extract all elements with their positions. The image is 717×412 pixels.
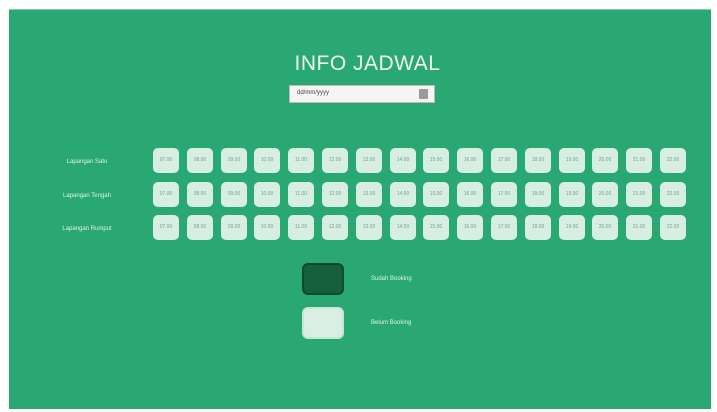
time-slot[interactable]: 22.00	[660, 182, 686, 207]
calendar-icon[interactable]	[419, 89, 428, 99]
time-slot[interactable]: 21.00	[626, 215, 652, 240]
time-slot[interactable]: 14.00	[390, 148, 416, 173]
time-slot[interactable]: 19.00	[559, 148, 585, 173]
time-slot[interactable]: 16.00	[457, 215, 483, 240]
court-label-tengah: Lapangan Tengah	[63, 193, 111, 199]
time-slot[interactable]: 09.00	[221, 215, 247, 240]
time-slot[interactable]: 19.00	[559, 182, 585, 207]
time-slot[interactable]: 14.00	[390, 182, 416, 207]
time-slot[interactable]: 17.00	[491, 182, 517, 207]
time-slot[interactable]: 22.00	[660, 148, 686, 173]
time-slot[interactable]: 13.00	[356, 148, 382, 173]
time-slot[interactable]: 08.00	[187, 148, 213, 173]
time-slot[interactable]: 08.00	[187, 215, 213, 240]
time-slot[interactable]: 18.00	[525, 148, 551, 173]
time-slot[interactable]: 21.00	[626, 182, 652, 207]
time-slot[interactable]: 07.00	[153, 182, 179, 207]
time-slot[interactable]: 10.00	[254, 148, 280, 173]
time-slot[interactable]: 15.00	[423, 215, 449, 240]
time-slot[interactable]: 16.00	[457, 148, 483, 173]
court-label-satu: Lapangan Satu	[66, 159, 108, 165]
time-slot[interactable]: 14.00	[390, 215, 416, 240]
time-slot[interactable]: 07.00	[153, 215, 179, 240]
time-slot[interactable]: 17.00	[491, 215, 517, 240]
time-slot[interactable]: 20.00	[592, 148, 618, 173]
time-slot[interactable]: 19.00	[559, 215, 585, 240]
time-slot[interactable]: 11.00	[288, 215, 314, 240]
time-slot[interactable]: 10.00	[254, 215, 280, 240]
time-slot[interactable]: 13.00	[356, 182, 382, 207]
time-slot[interactable]: 10.00	[254, 182, 280, 207]
time-slot[interactable]: 07.00	[153, 148, 179, 173]
time-slot[interactable]: 08.00	[187, 182, 213, 207]
time-slot[interactable]: 16.00	[457, 182, 483, 207]
legend-booked-label: Sudah Booking	[371, 276, 412, 282]
date-picker-value: dd/mm/yyyy	[297, 90, 330, 96]
time-slot[interactable]: 11.00	[288, 148, 314, 173]
time-slot[interactable]: 15.00	[423, 148, 449, 173]
time-slot[interactable]: 17.00	[491, 148, 517, 173]
court-label-rumput: Lapangan Rumput	[62, 226, 112, 232]
legend-booked-swatch	[302, 263, 344, 295]
legend-available-swatch	[302, 307, 344, 339]
page: INFO JADWAL dd/mm/yyyy Lapangan Satu Lap…	[0, 0, 717, 412]
page-title: INFO JADWAL	[294, 52, 441, 75]
time-slot[interactable]: 20.00	[592, 215, 618, 240]
time-slot[interactable]: 09.00	[221, 148, 247, 173]
legend-available-label: Belum Booking	[371, 320, 412, 326]
time-slot[interactable]: 09.00	[221, 182, 247, 207]
time-slot[interactable]: 15.00	[423, 182, 449, 207]
time-slot[interactable]: 18.00	[525, 215, 551, 240]
time-slot[interactable]: 11.00	[288, 182, 314, 207]
time-slot[interactable]: 22.00	[660, 215, 686, 240]
time-slot[interactable]: 20.00	[592, 182, 618, 207]
time-slot[interactable]: 12.00	[322, 182, 348, 207]
time-slot[interactable]: 12.00	[322, 148, 348, 173]
date-picker[interactable]: dd/mm/yyyy	[289, 85, 435, 103]
time-slot[interactable]: 13.00	[356, 215, 382, 240]
time-slot[interactable]: 21.00	[626, 148, 652, 173]
time-slot[interactable]: 12.00	[322, 215, 348, 240]
time-slot[interactable]: 18.00	[525, 182, 551, 207]
